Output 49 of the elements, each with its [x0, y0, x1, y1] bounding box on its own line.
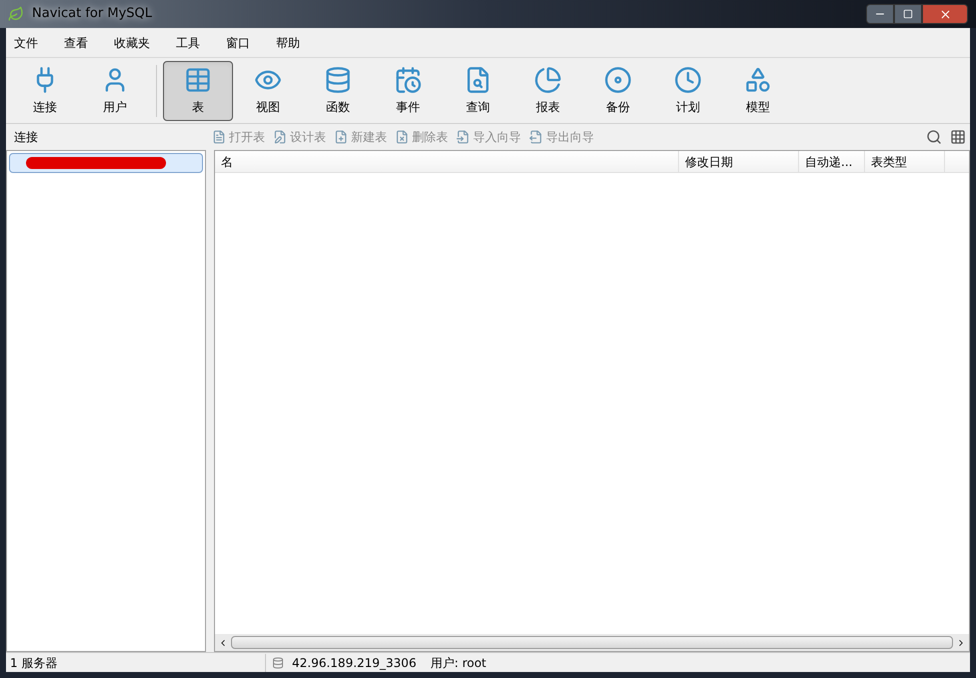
maximize-button[interactable] [894, 4, 922, 24]
toolbar-button[interactable]: 函数 [303, 60, 373, 120]
toolbar-button[interactable]: 计划 [653, 60, 723, 120]
window-title: Navicat for MySQL [32, 5, 152, 24]
search-icon[interactable] [926, 129, 942, 145]
maximize-icon [903, 9, 913, 19]
column-header[interactable]: 自动递... [799, 151, 865, 172]
menu-item[interactable]: 收藏夹 [114, 34, 150, 52]
table-icon [184, 66, 212, 94]
column-header[interactable]: 表类型 [865, 151, 945, 172]
toolbar-button[interactable]: 模型 [723, 60, 793, 120]
menu-item[interactable]: 查看 [64, 34, 88, 52]
toolbar-button[interactable]: 查询 [443, 60, 513, 120]
calendar-clock-icon [394, 66, 422, 94]
toolbar-button[interactable]: 用户 [80, 60, 150, 120]
file-plus-icon [334, 130, 348, 144]
close-icon [938, 8, 952, 20]
file-icon [212, 130, 226, 144]
pie-chart-icon [534, 66, 562, 94]
menu-item[interactable]: 帮助 [276, 34, 300, 52]
toolbar-button[interactable]: 连接 [10, 60, 80, 120]
horizontal-scrollbar[interactable] [215, 634, 969, 651]
shapes-icon [744, 66, 772, 94]
status-server-count: 1 服务器 [6, 654, 266, 672]
file-export-icon [529, 130, 543, 144]
toolbar-button[interactable]: 报表 [513, 60, 583, 120]
disc-icon [604, 66, 632, 94]
toolbar-button[interactable]: 表 [163, 60, 233, 120]
toolbar-button[interactable]: 视图 [233, 60, 303, 120]
column-header[interactable]: 修改日期 [679, 151, 799, 172]
file-delete-icon [395, 130, 409, 144]
menu-item[interactable]: 窗口 [226, 34, 250, 52]
clock-icon [674, 66, 702, 94]
status-user: 用户: root [430, 654, 486, 672]
database-icon [324, 66, 352, 94]
file-edit-icon [273, 130, 287, 144]
close-button[interactable] [922, 4, 968, 24]
column-header[interactable]: 名 [215, 151, 679, 172]
toolbar-button[interactable]: 备份 [583, 60, 653, 120]
toolbar-button[interactable]: 事件 [373, 60, 443, 120]
app-logo-icon [8, 6, 24, 22]
file-import-icon [456, 130, 470, 144]
menu-item[interactable]: 文件 [14, 34, 38, 52]
menu-item[interactable]: 工具 [176, 34, 200, 52]
server-icon [272, 656, 284, 668]
grid-icon[interactable] [950, 129, 966, 145]
tree-item[interactable] [9, 153, 203, 173]
status-connection: 42.96.189.219_3306 [292, 654, 416, 672]
sidebar-title: 连接 [13, 129, 39, 146]
